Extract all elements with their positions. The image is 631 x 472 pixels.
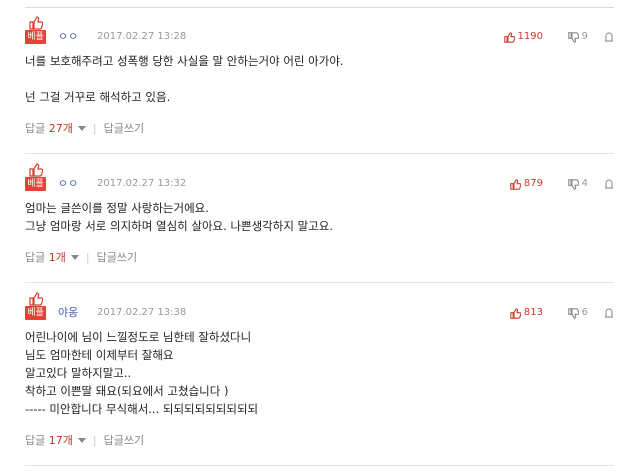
reply-count: 17개 <box>48 434 73 447</box>
like-button[interactable]: 813 <box>510 306 543 320</box>
comment-divider <box>25 153 614 154</box>
top-divider <box>25 7 614 8</box>
write-reply-link[interactable]: 답글쓰기 <box>97 249 137 265</box>
reply-bar: 답글 17개 | 답글쓰기 <box>25 432 144 448</box>
write-reply-link[interactable]: 답글쓰기 <box>104 432 144 448</box>
comment-body: 너를 보호해주려고 성폭행 당한 사실을 말 안하는거야 어린 아가야. 넌 그… <box>25 52 614 106</box>
best-badge: 베플 <box>25 30 46 44</box>
caret-down-icon <box>70 254 79 260</box>
reply-toggle[interactable]: 답글 17개 <box>25 432 86 448</box>
comment-body: 엄마는 글쓴이를 정말 사랑하는거에요. 그냥 엄마랑 서로 의지하며 열심히 … <box>25 199 614 235</box>
reply-toggle[interactable]: 답글 1개 <box>25 249 79 265</box>
thumbs-up-icon <box>29 292 43 306</box>
best-badge: 베플 <box>25 306 46 320</box>
thumbs-up-icon <box>29 163 43 177</box>
comment-date: 2017.02.27 13:28 <box>97 31 187 42</box>
separator: | <box>92 433 97 447</box>
caret-down-icon <box>77 125 86 131</box>
reply-toggle[interactable]: 답글 27개 <box>25 120 86 136</box>
author-nickname[interactable]: ㅇㅇ <box>58 30 78 44</box>
separator: | <box>92 121 97 135</box>
comment-date: 2017.02.27 13:32 <box>97 178 187 189</box>
like-count: 879 <box>523 178 543 189</box>
separator: | <box>85 250 90 264</box>
reply-bar: 답글 27개 | 답글쓰기 <box>25 120 144 136</box>
thumbs-down-icon <box>567 31 579 43</box>
dislike-count: 4 <box>581 178 588 189</box>
reply-label: 답글 <box>25 122 49 135</box>
dislike-count: 9 <box>581 31 588 42</box>
dislike-button[interactable]: 4 <box>567 177 588 191</box>
best-comment-marker: 베플 <box>25 16 46 46</box>
comment-line: 착하고 이쁜딸 돼요(되요에서 고쳤습니다 ) <box>25 384 229 398</box>
dislike-button[interactable]: 6 <box>567 306 588 320</box>
like-button[interactable]: 879 <box>510 177 543 191</box>
thumbs-up-icon <box>29 16 43 30</box>
comment-line <box>25 70 614 88</box>
reply-count: 27개 <box>48 122 73 135</box>
comment-line: 알고있다 말하지말고.. <box>25 366 132 380</box>
comment-header: 베플 ㅇㅇ 2017.02.27 13:28 1190 9 <box>25 16 614 46</box>
comment-line: 그냥 엄마랑 서로 의지하며 열심히 살아요. 나쁜생각하지 말고요. <box>25 219 333 233</box>
comment-line: 너를 보호해주려고 성폭행 당한 사실을 말 안하는거야 어린 아가야. <box>25 54 344 68</box>
reply-label: 답글 <box>25 434 49 447</box>
thumbs-up-icon <box>510 178 521 190</box>
comment-divider <box>25 465 614 466</box>
comment-header: 베플 야옹 2017.02.27 13:38 813 6 <box>25 292 614 322</box>
caret-down-icon <box>77 437 86 443</box>
comment-divider <box>25 282 614 283</box>
report-icon[interactable] <box>604 178 614 189</box>
best-comment-marker: 베플 <box>25 292 46 322</box>
comment-line: 님도 엄마한테 이제부터 잘해요 <box>25 348 174 362</box>
dislike-button[interactable]: 9 <box>567 30 588 44</box>
thumbs-up-icon <box>503 31 515 43</box>
comment-item: 베플 ㅇㅇ 2017.02.27 13:28 1190 9 너를 보호해주려고 … <box>25 16 614 135</box>
comment-line: 엄마는 글쓴이를 정말 사랑하는거에요. <box>25 201 209 215</box>
best-badge: 베플 <box>25 177 46 191</box>
thumbs-down-icon <box>567 178 579 190</box>
like-count: 813 <box>523 307 543 318</box>
best-comment-marker: 베플 <box>25 163 46 193</box>
thumbs-down-icon <box>567 307 579 319</box>
reply-count: 1개 <box>48 251 66 264</box>
write-reply-link[interactable]: 답글쓰기 <box>104 120 144 136</box>
comment-header: 베플 ㅇㅇ 2017.02.27 13:32 879 4 <box>25 163 614 193</box>
dislike-count: 6 <box>581 307 588 318</box>
comment-line: ----- 미안합니다 무식해서... 되되되되되되되되되 <box>25 402 259 416</box>
reply-bar: 답글 1개 | 답글쓰기 <box>25 249 137 265</box>
comment-item: 베플 야옹 2017.02.27 13:38 813 6 어린나이에 님이 느낄… <box>25 292 614 447</box>
thumbs-up-icon <box>510 307 521 319</box>
like-button[interactable]: 1190 <box>503 30 543 44</box>
comment-body: 어린나이에 님이 느낄정도로 님한테 잘하셨다니 님도 엄마한테 이제부터 잘해… <box>25 328 614 418</box>
comment-item: 베플 ㅇㅇ 2017.02.27 13:32 879 4 엄마는 글쓴이를 정말… <box>25 163 614 264</box>
report-icon[interactable] <box>604 31 614 42</box>
reply-label: 답글 <box>25 251 49 264</box>
report-icon[interactable] <box>604 307 614 318</box>
comment-line: 넌 그걸 거꾸로 해석하고 있음. <box>25 90 171 104</box>
like-count: 1190 <box>517 31 543 42</box>
author-nickname[interactable]: 야옹 <box>58 306 78 320</box>
author-nickname[interactable]: ㅇㅇ <box>58 177 78 191</box>
comment-line: 어린나이에 님이 느낄정도로 님한테 잘하셨다니 <box>25 330 252 344</box>
comment-date: 2017.02.27 13:38 <box>97 307 187 318</box>
